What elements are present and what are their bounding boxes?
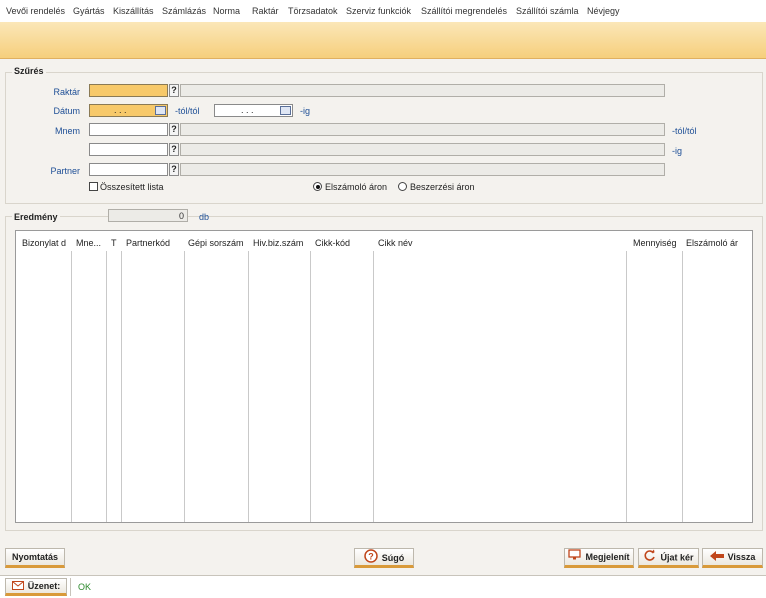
refresh-icon bbox=[643, 549, 656, 567]
show-button-label: Megjelenít bbox=[585, 552, 630, 562]
partner-label: Partner bbox=[50, 166, 80, 176]
show-button[interactable]: Megjelenít bbox=[564, 548, 634, 568]
envelope-icon bbox=[11, 580, 24, 594]
back-button[interactable]: Vissza bbox=[702, 548, 763, 568]
help-button[interactable]: ? Súgó bbox=[354, 548, 414, 568]
svg-text:?: ? bbox=[368, 552, 374, 562]
column-header[interactable]: Elszámoló ár bbox=[686, 238, 738, 248]
status-bar: Üzenet: OK bbox=[0, 575, 766, 598]
print-button[interactable]: Nyomtatás bbox=[5, 548, 65, 568]
column-header[interactable]: Mne... bbox=[76, 238, 101, 248]
result-unit: db bbox=[199, 212, 210, 222]
date-from-suffix: -tól/tól bbox=[175, 106, 200, 116]
calendar-icon[interactable] bbox=[280, 106, 291, 115]
arrow-left-icon bbox=[709, 550, 724, 566]
mnem-to-suffix: -ig bbox=[672, 146, 683, 156]
menu-item-szamlazas[interactable]: Számlázás bbox=[162, 6, 206, 16]
table-header: Bizonylat d Mne... T Partnerkód Gépi sor… bbox=[16, 231, 752, 251]
menu-item-norma[interactable]: Norma bbox=[213, 6, 240, 16]
mnem-to-input[interactable] bbox=[89, 143, 168, 156]
mnem-to-lookup-button[interactable]: ? bbox=[169, 143, 179, 156]
result-count: 0 bbox=[108, 209, 188, 222]
menu-item-torzsadatok[interactable]: Törzsadatok bbox=[288, 6, 338, 16]
mnem-to-name-field bbox=[180, 143, 665, 156]
column-header[interactable]: Cikk-kód bbox=[315, 238, 350, 248]
message-label: Üzenet: bbox=[27, 581, 61, 591]
menu-item-szallitoi-megrendeles[interactable]: Szállítói megrendelés bbox=[421, 6, 507, 16]
column-header[interactable]: Bizonylat d bbox=[22, 238, 66, 248]
table-column bbox=[72, 231, 107, 522]
radio-beszerzesi[interactable] bbox=[398, 182, 407, 191]
radio-elszamolo[interactable] bbox=[313, 182, 322, 191]
help-icon: ? bbox=[364, 549, 378, 568]
status-message: OK bbox=[78, 582, 92, 592]
column-header[interactable]: Cikk név bbox=[378, 238, 413, 248]
result-table[interactable]: Bizonylat d Mne... T Partnerkód Gépi sor… bbox=[15, 230, 753, 523]
raktar-label: Raktár bbox=[53, 87, 80, 97]
result-title: Eredmény bbox=[12, 212, 60, 222]
menu-item-vevoi-rendeles[interactable]: Vevői rendelés bbox=[6, 6, 65, 16]
radio-elszamolo-label: Elszámoló áron bbox=[325, 182, 388, 192]
menu-item-szallitoi-szamla[interactable]: Szállítói számla bbox=[516, 6, 579, 16]
menu-item-kiszallitas[interactable]: Kiszállítás bbox=[113, 6, 154, 16]
mnem-from-name-field bbox=[180, 123, 665, 136]
column-header[interactable]: Mennyiség bbox=[633, 238, 677, 248]
mnem-from-input[interactable] bbox=[89, 123, 168, 136]
raktar-input[interactable] bbox=[89, 84, 168, 97]
raktar-lookup-button[interactable]: ? bbox=[169, 84, 179, 97]
filter-title: Szűrés bbox=[12, 66, 46, 76]
column-header[interactable]: Hiv.biz.szám bbox=[253, 238, 303, 248]
help-button-label: Súgó bbox=[381, 552, 405, 563]
header-banner bbox=[0, 22, 766, 59]
date-to-input[interactable]: . . . bbox=[214, 104, 293, 117]
print-button-label: Nyomtatás bbox=[11, 552, 58, 562]
mnem-from-suffix: -tól/tól bbox=[672, 126, 697, 136]
radio-beszerzesi-label: Beszerzési áron bbox=[410, 182, 475, 192]
new-query-button-label: Újat kér bbox=[660, 552, 694, 563]
table-column bbox=[311, 231, 374, 522]
table-column bbox=[627, 231, 683, 522]
table-column bbox=[122, 231, 185, 522]
column-header[interactable]: T bbox=[111, 238, 117, 248]
back-button-label: Vissza bbox=[727, 552, 756, 562]
menu-bar: Vevői rendelés Gyártás Kiszállítás Száml… bbox=[0, 0, 766, 23]
summary-checkbox-label: Összesített lista bbox=[100, 182, 164, 192]
message-button[interactable]: Üzenet: bbox=[5, 578, 67, 596]
message-divider bbox=[70, 578, 71, 596]
menu-item-nevjegy[interactable]: Névjegy bbox=[587, 6, 620, 16]
column-header[interactable]: Gépi sorszám bbox=[188, 238, 244, 248]
result-line bbox=[78, 216, 104, 217]
new-query-button[interactable]: Újat kér bbox=[638, 548, 699, 568]
mnem-label: Mnem bbox=[54, 126, 80, 136]
date-to-suffix: -ig bbox=[300, 106, 311, 116]
raktar-name-field bbox=[180, 84, 665, 97]
datum-label: Dátum bbox=[53, 106, 80, 116]
table-column bbox=[107, 231, 122, 522]
summary-checkbox[interactable] bbox=[89, 182, 98, 191]
table-column bbox=[16, 231, 72, 522]
partner-name-field bbox=[180, 163, 665, 176]
mnem-from-lookup-button[interactable]: ? bbox=[169, 123, 179, 136]
menu-item-szerviz-funkciok[interactable]: Szerviz funkciók bbox=[346, 6, 411, 16]
partner-input[interactable] bbox=[89, 163, 168, 176]
monitor-icon bbox=[568, 549, 582, 566]
table-column bbox=[249, 231, 311, 522]
table-column bbox=[185, 231, 249, 522]
partner-lookup-button[interactable]: ? bbox=[169, 163, 179, 176]
menu-item-raktar[interactable]: Raktár bbox=[252, 6, 279, 16]
column-header[interactable]: Partnerkód bbox=[126, 238, 170, 248]
date-from-input[interactable]: . . . bbox=[89, 104, 168, 117]
table-column bbox=[374, 231, 627, 522]
calendar-icon[interactable] bbox=[155, 106, 166, 115]
menu-item-gyartas[interactable]: Gyártás bbox=[73, 6, 105, 16]
